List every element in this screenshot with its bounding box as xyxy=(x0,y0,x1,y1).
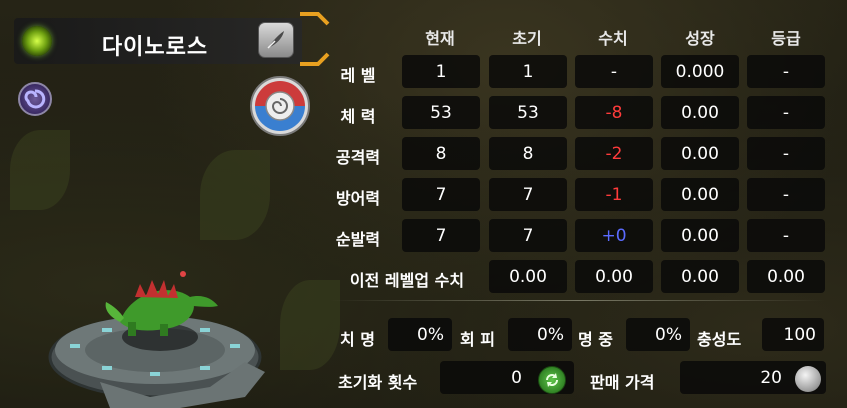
reset-count-label: 초기화 횟수 xyxy=(338,373,418,392)
row-label-level: 레 벨 xyxy=(340,66,376,85)
rename-button[interactable] xyxy=(258,22,294,58)
cell-prev-levelup-3: 0.00 xyxy=(661,260,739,293)
cell-hp-value: -8 xyxy=(575,96,653,129)
coin-icon xyxy=(795,366,821,392)
purple-swirl-icon[interactable] xyxy=(18,82,52,116)
accuracy-value: 0% xyxy=(626,318,690,351)
row-label-defense: 방어력 xyxy=(335,189,381,208)
cell-attack-current: 8 xyxy=(402,137,480,170)
cell-level-growth: 0.000 xyxy=(661,55,739,88)
row-label-hp: 체 력 xyxy=(340,107,376,126)
cell-prev-levelup-4: 0.00 xyxy=(747,260,825,293)
cell-agility-grade: - xyxy=(747,219,825,252)
col-header-initial: 초기 xyxy=(512,29,542,48)
col-header-value: 수치 xyxy=(598,29,628,48)
cell-agility-initial: 7 xyxy=(489,219,567,252)
loyalty-label: 충성도 xyxy=(697,330,742,349)
cell-agility-current: 7 xyxy=(402,219,480,252)
monster-portrait xyxy=(48,271,265,408)
crit-value: 0% xyxy=(388,318,452,351)
row-label-agility: 순발력 xyxy=(335,230,381,249)
cell-level-initial: 1 xyxy=(489,55,567,88)
rename-quill-icon xyxy=(267,31,284,49)
row-label-prev-levelup: 이전 레벨업 수치 xyxy=(349,271,465,290)
orange-chevron-icon xyxy=(300,12,330,66)
cell-prev-levelup-2: 0.00 xyxy=(575,260,653,293)
col-header-grade: 등급 xyxy=(771,29,801,48)
cell-defense-current: 7 xyxy=(402,178,480,211)
cell-attack-grade: - xyxy=(747,137,825,170)
cell-hp-initial: 53 xyxy=(489,96,567,129)
foliage-decoration xyxy=(200,150,270,240)
reset-button[interactable] xyxy=(538,366,566,394)
sell-price-label: 판매 가격 xyxy=(590,373,655,392)
grass-element-icon xyxy=(22,26,52,56)
cell-defense-value: -1 xyxy=(575,178,653,211)
cell-agility-growth: 0.00 xyxy=(661,219,739,252)
cell-attack-growth: 0.00 xyxy=(661,137,739,170)
foliage-decoration xyxy=(10,130,70,210)
cell-prev-levelup-1: 0.00 xyxy=(489,260,567,293)
evade-value: 0% xyxy=(508,318,572,351)
row-label-attack: 공격력 xyxy=(335,148,381,167)
cell-attack-value: -2 xyxy=(575,137,653,170)
evade-label: 회 피 xyxy=(460,330,496,349)
col-header-growth: 성장 xyxy=(685,29,715,48)
cell-defense-grade: - xyxy=(747,178,825,211)
monster-name: 다이노로스 xyxy=(101,35,209,60)
section-divider xyxy=(330,300,825,301)
cell-level-current: 1 xyxy=(402,55,480,88)
cell-hp-growth: 0.00 xyxy=(661,96,739,129)
col-header-current: 현재 xyxy=(425,29,455,48)
cell-level-value: - xyxy=(575,55,653,88)
crit-label: 치 명 xyxy=(340,330,376,349)
cell-level-grade: - xyxy=(747,55,825,88)
fossil-shell-icon[interactable] xyxy=(249,75,311,137)
cell-defense-initial: 7 xyxy=(489,178,567,211)
cell-hp-grade: - xyxy=(747,96,825,129)
foliage-decoration xyxy=(280,280,340,370)
refresh-icon xyxy=(546,373,558,387)
loyalty-value: 100 xyxy=(762,318,824,351)
accuracy-label: 명 중 xyxy=(578,330,614,349)
cell-agility-value: +0 xyxy=(575,219,653,252)
cell-hp-current: 53 xyxy=(402,96,480,129)
cell-attack-initial: 8 xyxy=(489,137,567,170)
cell-defense-growth: 0.00 xyxy=(661,178,739,211)
